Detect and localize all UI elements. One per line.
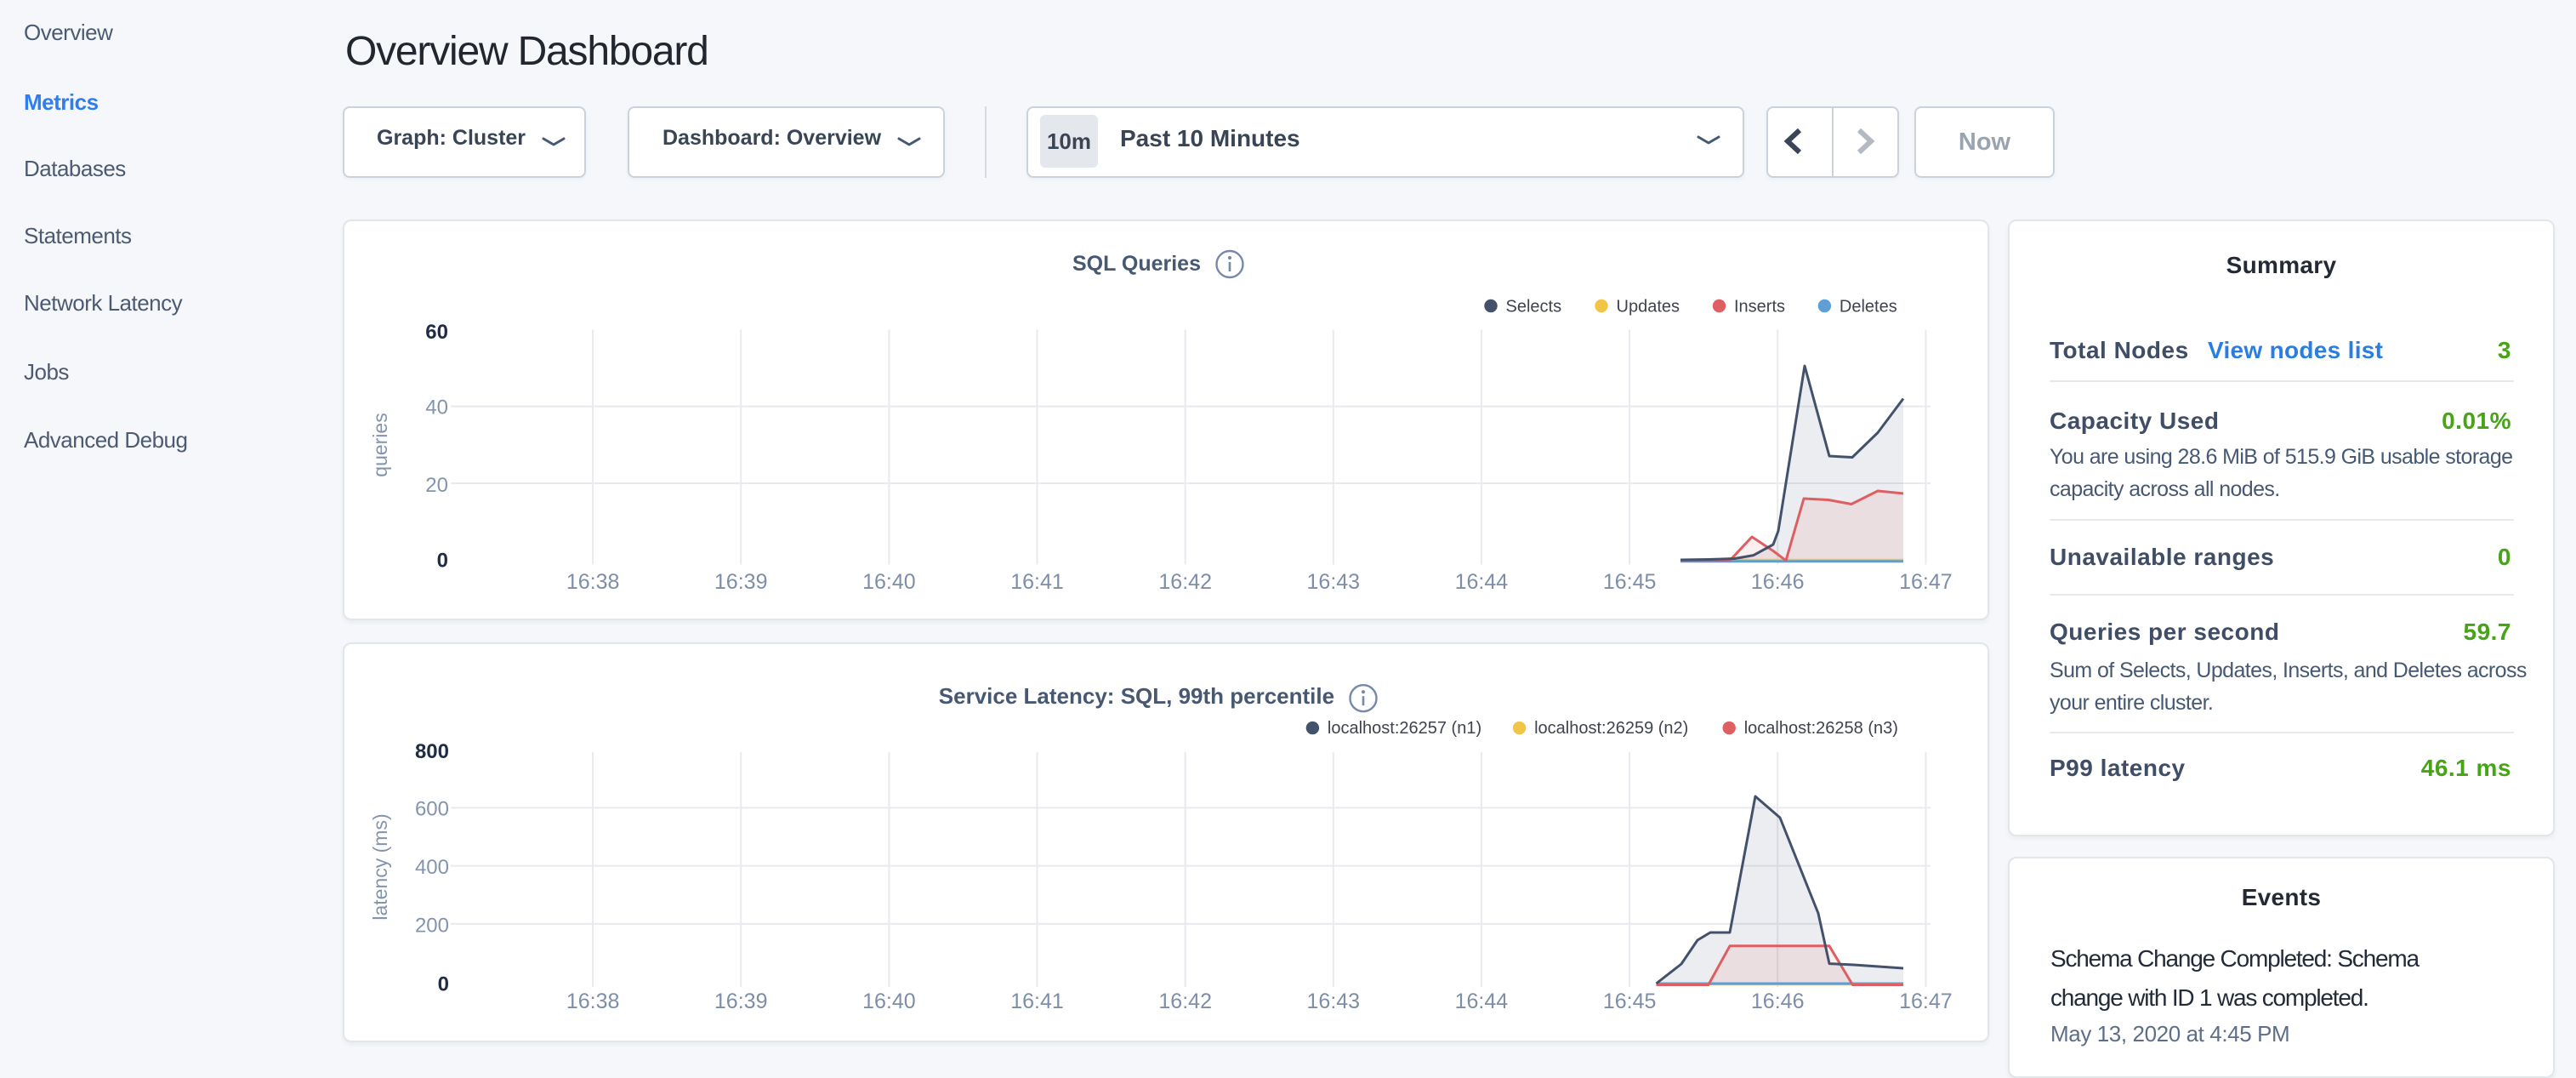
- svg-text:Inserts: Inserts: [1734, 298, 1785, 317]
- svg-text:16:42: 16:42: [1158, 990, 1212, 1013]
- svg-text:16:39: 16:39: [714, 990, 768, 1013]
- svg-text:Deletes: Deletes: [1840, 298, 1897, 317]
- svg-text:16:43: 16:43: [1307, 990, 1361, 1013]
- svg-text:40: 40: [425, 396, 448, 419]
- svg-text:16:40: 16:40: [862, 570, 916, 594]
- svg-text:localhost:26257 (n1): localhost:26257 (n1): [1328, 719, 1481, 738]
- svg-text:200: 200: [415, 915, 449, 938]
- svg-text:16:46: 16:46: [1751, 990, 1805, 1013]
- svg-text:600: 600: [415, 797, 449, 820]
- svg-text:0: 0: [437, 549, 448, 572]
- svg-text:16:45: 16:45: [1603, 570, 1657, 594]
- svg-text:SQL Queries: SQL Queries: [1072, 252, 1201, 276]
- svg-text:Service Latency: SQL, 99th per: Service Latency: SQL, 99th percentile: [939, 683, 1334, 709]
- svg-text:16:38: 16:38: [566, 990, 620, 1013]
- svg-text:16:41: 16:41: [1010, 570, 1064, 594]
- svg-text:16:46: 16:46: [1751, 570, 1805, 594]
- svg-text:16:44: 16:44: [1455, 990, 1509, 1013]
- svg-text:16:39: 16:39: [714, 570, 768, 594]
- svg-text:localhost:26258 (n3): localhost:26258 (n3): [1744, 719, 1898, 738]
- svg-text:16:43: 16:43: [1307, 570, 1361, 594]
- svg-text:800: 800: [415, 740, 449, 763]
- svg-text:16:47: 16:47: [1899, 990, 1953, 1013]
- svg-text:16:42: 16:42: [1158, 570, 1212, 594]
- svg-text:16:45: 16:45: [1603, 990, 1657, 1013]
- svg-text:16:44: 16:44: [1455, 570, 1509, 594]
- svg-text:Updates: Updates: [1617, 298, 1680, 317]
- svg-text:queries: queries: [369, 413, 391, 476]
- svg-text:Selects: Selects: [1506, 298, 1562, 317]
- svg-text:16:41: 16:41: [1010, 990, 1064, 1013]
- svg-text:400: 400: [415, 856, 449, 879]
- svg-text:latency (ms): latency (ms): [369, 813, 391, 920]
- svg-text:localhost:26259 (n2): localhost:26259 (n2): [1534, 719, 1688, 738]
- svg-text:16:38: 16:38: [566, 570, 620, 594]
- svg-text:16:47: 16:47: [1899, 570, 1953, 594]
- svg-text:60: 60: [425, 321, 448, 344]
- svg-text:16:40: 16:40: [862, 990, 916, 1013]
- svg-text:0: 0: [438, 973, 449, 996]
- svg-text:20: 20: [425, 474, 448, 497]
